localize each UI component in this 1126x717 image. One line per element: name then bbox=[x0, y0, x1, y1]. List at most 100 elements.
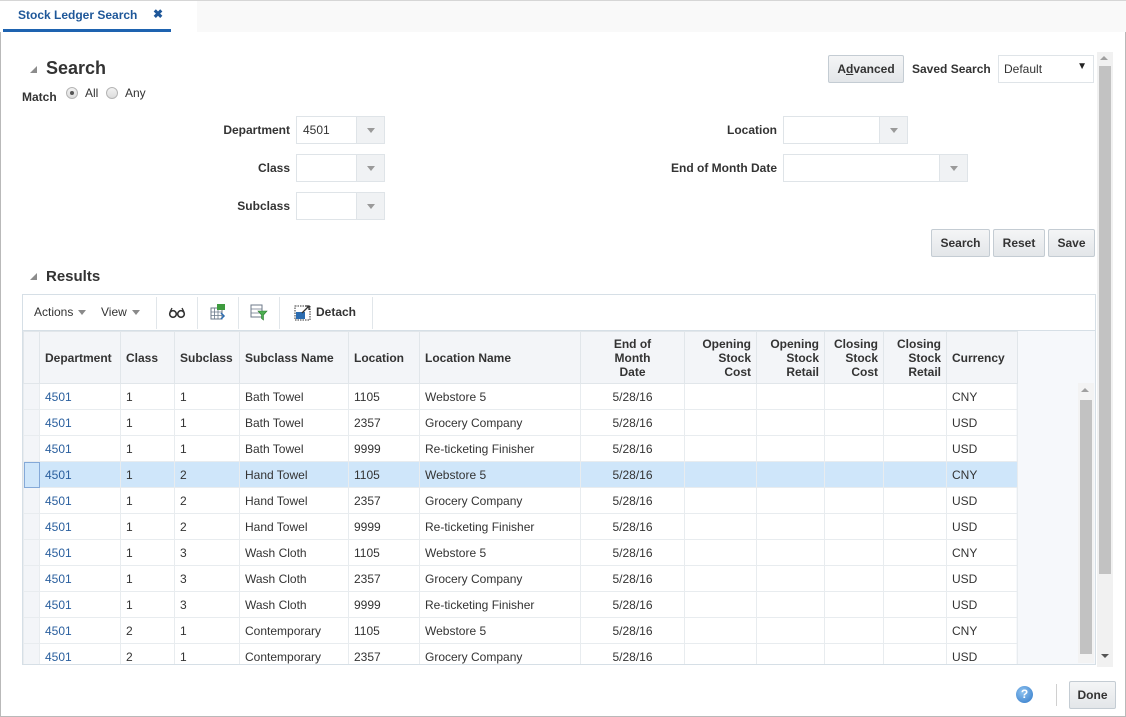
cell-end-of-month-date: 5/28/16 bbox=[580, 565, 685, 592]
results-scrollbar-thumb[interactable] bbox=[1080, 400, 1092, 654]
collapse-results-icon[interactable] bbox=[30, 273, 37, 280]
column-header-class[interactable]: Class bbox=[120, 331, 175, 384]
department-link[interactable]: 4501 bbox=[45, 572, 72, 586]
column-header-closing-stock-cost[interactable]: Closing Stock Cost bbox=[824, 331, 884, 384]
advanced-button[interactable]: Advanced bbox=[828, 55, 904, 83]
glasses-icon[interactable] bbox=[168, 303, 186, 321]
table-row[interactable]: 4501 1 2 Hand Towel 1105 Webstore 5 5/28/16 CNY bbox=[23, 461, 1018, 488]
toolbar-divider bbox=[372, 297, 373, 329]
cell-opening-stock-retail bbox=[756, 383, 825, 410]
column-header-location-name[interactable]: Location Name bbox=[419, 331, 581, 384]
toolbar-divider bbox=[279, 297, 280, 329]
row-selector[interactable] bbox=[23, 539, 40, 566]
cell-location: 9999 bbox=[348, 435, 420, 462]
department-link[interactable]: 4501 bbox=[45, 494, 72, 508]
end-of-month-date-dropdown-icon[interactable] bbox=[939, 155, 967, 181]
column-header-closing-stock-retail[interactable]: Closing Stock Retail bbox=[883, 331, 947, 384]
row-selector[interactable] bbox=[23, 513, 40, 540]
collapse-search-icon[interactable] bbox=[30, 66, 37, 73]
department-link[interactable]: 4501 bbox=[45, 598, 72, 612]
row-selector[interactable] bbox=[23, 617, 40, 644]
cell-location: 9999 bbox=[348, 513, 420, 540]
cell-department: 4501 bbox=[39, 409, 121, 436]
table-row[interactable]: 4501 1 3 Wash Cloth 2357 Grocery Company 5/28/… bbox=[23, 565, 1018, 592]
export-excel-icon[interactable] bbox=[209, 303, 227, 321]
results-scrollbar[interactable] bbox=[1078, 383, 1094, 663]
cell-opening-stock-retail bbox=[756, 513, 825, 540]
cell-end-of-month-date: 5/28/16 bbox=[580, 643, 685, 664]
cell-class: 1 bbox=[120, 565, 175, 592]
department-combo[interactable]: 4501 bbox=[296, 116, 385, 144]
department-link[interactable]: 4501 bbox=[45, 650, 72, 664]
page-scrollbar-thumb[interactable] bbox=[1099, 66, 1111, 574]
detach-icon[interactable] bbox=[294, 303, 312, 321]
column-header-location[interactable]: Location bbox=[348, 331, 420, 384]
match-all-radio[interactable] bbox=[66, 87, 78, 99]
cell-location: 2357 bbox=[348, 643, 420, 664]
department-link[interactable]: 4501 bbox=[45, 520, 72, 534]
table-row[interactable]: 4501 2 1 Contemporary 2357 Grocery Company 5/2… bbox=[23, 643, 1018, 664]
scroll-down-icon[interactable] bbox=[1101, 654, 1109, 658]
column-header-department[interactable]: Department bbox=[39, 331, 121, 384]
department-link[interactable]: 4501 bbox=[45, 546, 72, 560]
save-button[interactable]: Save bbox=[1048, 229, 1095, 257]
cell-currency: CNY bbox=[946, 617, 1018, 644]
department-link[interactable]: 4501 bbox=[45, 390, 72, 404]
help-icon[interactable]: ? bbox=[1016, 686, 1033, 703]
column-header-opening-stock-retail[interactable]: Opening Stock Retail bbox=[756, 331, 825, 384]
row-selector[interactable] bbox=[23, 409, 40, 436]
cell-closing-stock-retail bbox=[883, 513, 947, 540]
column-header-opening-stock-cost[interactable]: Opening Stock Cost bbox=[684, 331, 757, 384]
cell-opening-stock-retail bbox=[756, 565, 825, 592]
cell-closing-stock-cost bbox=[824, 591, 884, 618]
column-header-currency[interactable]: Currency bbox=[946, 331, 1018, 384]
class-combo[interactable] bbox=[296, 154, 385, 182]
location-dropdown-icon[interactable] bbox=[879, 117, 907, 143]
row-selector[interactable] bbox=[23, 383, 40, 410]
view-menu[interactable]: View bbox=[101, 305, 140, 319]
class-dropdown-icon[interactable] bbox=[356, 155, 384, 181]
department-value: 4501 bbox=[303, 123, 330, 137]
reset-button[interactable]: Reset bbox=[993, 229, 1045, 257]
close-tab-icon[interactable]: ✖ bbox=[153, 7, 163, 21]
table-row[interactable]: 4501 1 2 Hand Towel 2357 Grocery Company 5/28/… bbox=[23, 487, 1018, 514]
column-header-subclass[interactable]: Subclass bbox=[174, 331, 240, 384]
row-selector[interactable] bbox=[23, 435, 40, 462]
subclass-dropdown-icon[interactable] bbox=[356, 193, 384, 219]
cell-class: 1 bbox=[120, 461, 175, 488]
department-dropdown-icon[interactable] bbox=[356, 117, 384, 143]
tab-stock-ledger-search[interactable]: Stock Ledger Search ✖ bbox=[3, 1, 171, 32]
table-row[interactable]: 4501 1 3 Wash Cloth 1105 Webstore 5 5/28/16 CNY bbox=[23, 539, 1018, 566]
row-selector[interactable] bbox=[23, 565, 40, 592]
table-row[interactable]: 4501 1 1 Bath Towel 9999 Re-ticketing Finishe… bbox=[23, 435, 1018, 462]
department-link[interactable]: 4501 bbox=[45, 468, 72, 482]
department-link[interactable]: 4501 bbox=[45, 624, 72, 638]
column-header-subclass-name[interactable]: Subclass Name bbox=[239, 331, 349, 384]
location-combo[interactable] bbox=[783, 116, 908, 144]
results-scroll-up-icon[interactable] bbox=[1081, 388, 1089, 392]
detach-button[interactable]: Detach bbox=[316, 305, 356, 319]
row-selector[interactable] bbox=[23, 487, 40, 514]
match-any-radio[interactable] bbox=[106, 87, 118, 99]
page-scrollbar[interactable] bbox=[1097, 52, 1113, 667]
search-button[interactable]: Search bbox=[931, 229, 990, 257]
department-link[interactable]: 4501 bbox=[45, 442, 72, 456]
row-selector[interactable] bbox=[23, 591, 40, 618]
scroll-up-icon[interactable] bbox=[1100, 56, 1108, 60]
table-row[interactable]: 4501 1 1 Bath Towel 2357 Grocery Company 5/28/… bbox=[23, 409, 1018, 436]
table-row[interactable]: 4501 2 1 Contemporary 1105 Webstore 5 5/28/16 C… bbox=[23, 617, 1018, 644]
saved-search-select[interactable]: Default ▼ bbox=[998, 55, 1094, 83]
row-selector[interactable] bbox=[23, 643, 40, 664]
table-row[interactable]: 4501 1 3 Wash Cloth 9999 Re-ticketing Finishe… bbox=[23, 591, 1018, 618]
cell-subclass-name: Bath Towel bbox=[239, 383, 349, 410]
query-by-example-icon[interactable] bbox=[250, 303, 268, 321]
actions-menu[interactable]: Actions bbox=[34, 305, 87, 319]
row-selector[interactable] bbox=[23, 461, 40, 488]
subclass-combo[interactable] bbox=[296, 192, 385, 220]
table-row[interactable]: 4501 1 1 Bath Towel 1105 Webstore 5 5/28/16 CNY bbox=[23, 383, 1018, 410]
done-button[interactable]: Done bbox=[1069, 681, 1116, 709]
column-header-end-of-month-date[interactable]: End of Month Date bbox=[580, 331, 685, 384]
department-link[interactable]: 4501 bbox=[45, 416, 72, 430]
end-of-month-date-combo[interactable] bbox=[783, 154, 968, 182]
table-row[interactable]: 4501 1 2 Hand Towel 9999 Re-ticketing Finishe… bbox=[23, 513, 1018, 540]
